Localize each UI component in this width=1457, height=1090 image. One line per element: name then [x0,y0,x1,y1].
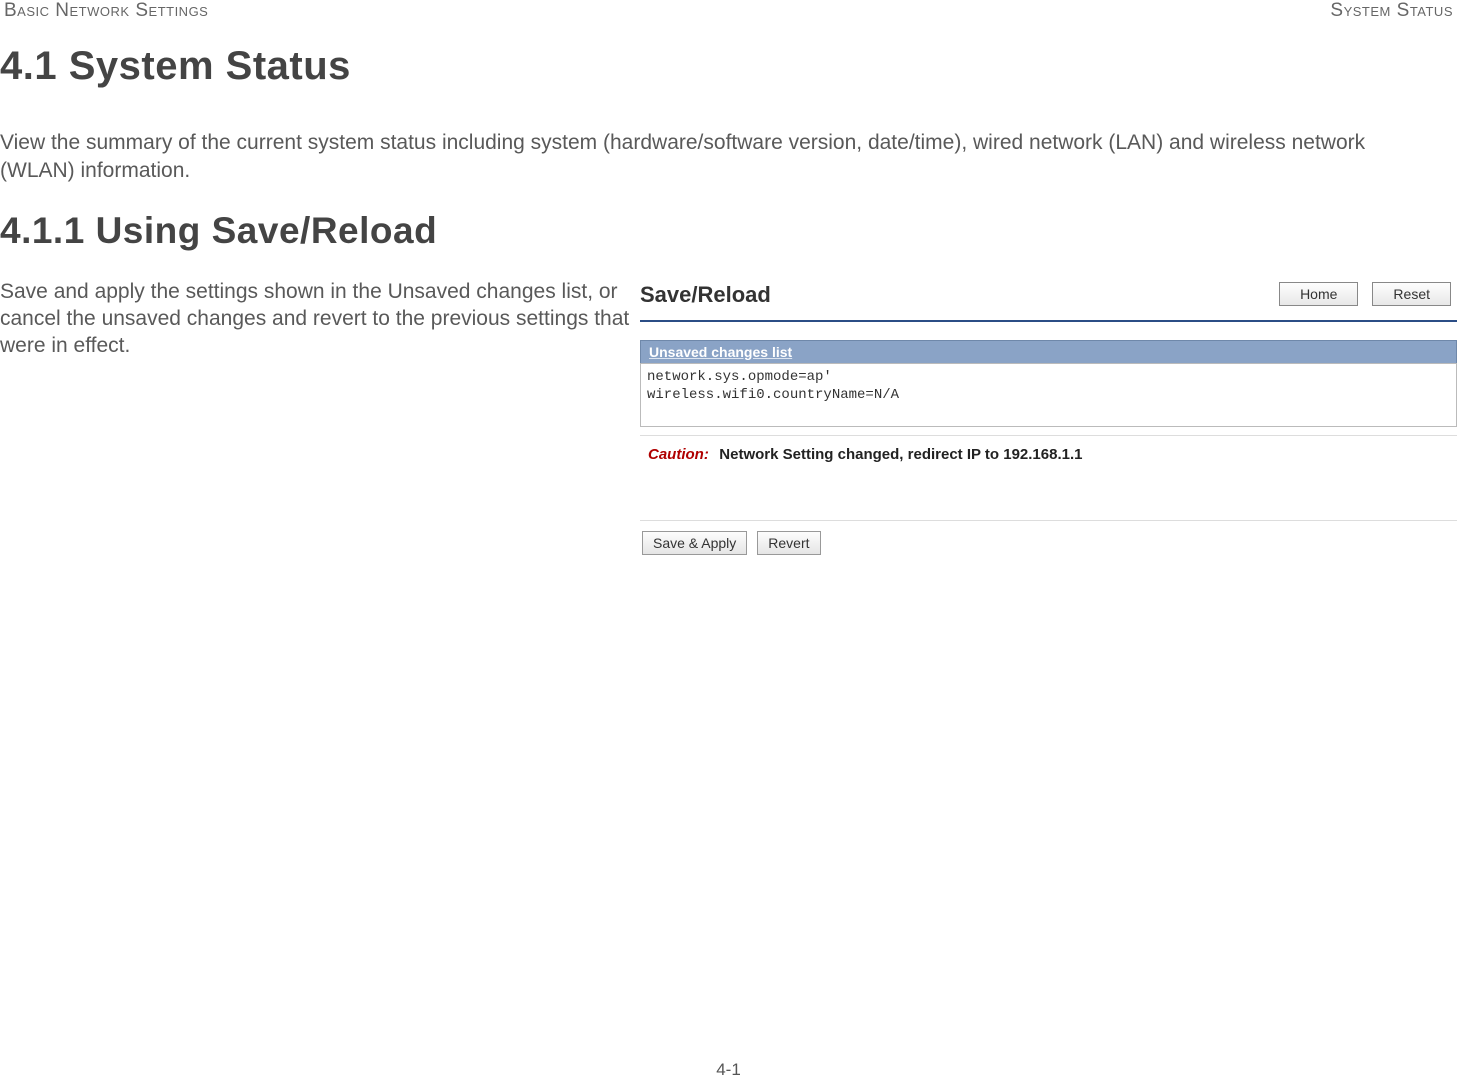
page-number: 4-1 [0,1060,1457,1080]
header-right: System Status [1330,0,1453,22]
subsection-body: Save and apply the settings shown in the… [0,278,630,360]
caution-text: Network Setting changed, redirect IP to … [719,446,1082,463]
panel-title: Save/Reload [640,282,771,308]
running-header: Basic Network Settings System Status [0,0,1457,22]
save-reload-figure: Save/Reload Home Reset Unsaved changes l… [640,278,1457,555]
revert-button[interactable]: Revert [757,531,820,555]
change-line: network.sys.opmode=ap' [647,368,1450,386]
divider [640,320,1457,322]
change-line: wireless.wifi0.countryName=N/A [647,386,1450,404]
unsaved-changes-list: network.sys.opmode=ap' wireless.wifi0.co… [640,363,1457,427]
section-intro: View the summary of the current system s… [0,129,1440,186]
caution-row: Caution: Network Setting changed, redire… [640,435,1457,474]
caution-label: Caution: [648,446,709,463]
subsection-title: 4.1.1 Using Save/Reload [0,210,1457,252]
divider [640,520,1457,521]
section-title: 4.1 System Status [0,44,1457,89]
header-left: Basic Network Settings [4,0,208,22]
save-apply-button[interactable]: Save & Apply [642,531,747,555]
unsaved-changes-header: Unsaved changes list [640,340,1457,363]
home-button[interactable]: Home [1279,282,1358,306]
reset-button[interactable]: Reset [1372,282,1451,306]
